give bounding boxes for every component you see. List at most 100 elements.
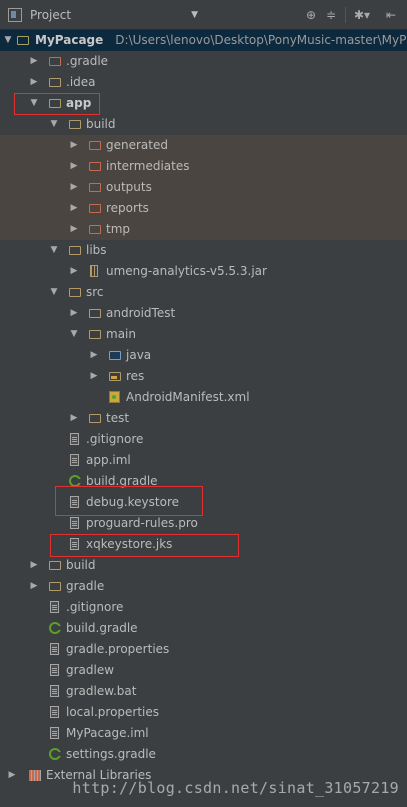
collapse-all-icon[interactable]: ≑ bbox=[326, 8, 336, 22]
module-folder-icon bbox=[48, 97, 62, 110]
tree-item-label: tmp bbox=[106, 222, 131, 236]
tree-item-outputs[interactable]: ▶ outputs bbox=[0, 177, 407, 198]
resource-folder-icon bbox=[108, 370, 122, 383]
expand-arrow-icon[interactable]: ▶ bbox=[68, 156, 80, 177]
file-icon bbox=[48, 601, 62, 614]
tree-item-label: src bbox=[86, 285, 104, 299]
tree-item-label: java bbox=[126, 348, 152, 362]
expand-arrow-icon[interactable]: ▼ bbox=[48, 114, 60, 135]
tree-item-label: .idea bbox=[66, 75, 96, 89]
tree-item-gradlew[interactable]: gradlew bbox=[0, 660, 407, 681]
folder-icon bbox=[88, 202, 102, 215]
toolbar-divider bbox=[345, 7, 346, 23]
expand-arrow-icon[interactable]: ▶ bbox=[6, 765, 18, 786]
project-view-selector[interactable]: Project ▼ bbox=[8, 6, 198, 24]
tree-item-gradle-dir[interactable]: ▶ .gradle bbox=[0, 51, 407, 72]
external-libraries-icon bbox=[28, 769, 42, 782]
tree-item-app[interactable]: ▼ app bbox=[0, 93, 407, 114]
tree-item-proguard-rules[interactable]: proguard-rules.pro bbox=[0, 513, 407, 534]
tree-item-main[interactable]: ▼ main bbox=[0, 324, 407, 345]
tree-item-androidmanifest[interactable]: AndroidManifest.xml bbox=[0, 387, 407, 408]
tree-item-gradle-properties[interactable]: gradle.properties bbox=[0, 639, 407, 660]
tree-item-label: .gitignore bbox=[86, 432, 144, 446]
gradle-icon bbox=[48, 622, 62, 635]
folder-icon bbox=[48, 76, 62, 89]
tree-item-app-build-gradle[interactable]: build.gradle bbox=[0, 471, 407, 492]
expand-arrow-icon[interactable]: ▶ bbox=[68, 261, 80, 282]
tree-item-local-properties[interactable]: local.properties bbox=[0, 702, 407, 723]
expand-arrow-icon[interactable]: ▶ bbox=[28, 555, 40, 576]
tree-item-root-build-gradle[interactable]: build.gradle bbox=[0, 618, 407, 639]
tree-item-tmp[interactable]: ▶ tmp bbox=[0, 219, 407, 240]
tree-item-debug-keystore[interactable]: debug.keystore bbox=[0, 492, 407, 513]
tree-item-androidtest[interactable]: ▶ androidTest bbox=[0, 303, 407, 324]
file-icon bbox=[68, 433, 82, 446]
expand-arrow-icon[interactable]: ▶ bbox=[68, 303, 80, 324]
folder-icon bbox=[68, 118, 82, 131]
expand-arrow-icon[interactable]: ▶ bbox=[88, 345, 100, 366]
tree-item-label: build bbox=[86, 117, 116, 131]
tree-item-label: gradlew.bat bbox=[66, 684, 137, 698]
expand-arrow-icon[interactable]: ▶ bbox=[88, 366, 100, 387]
tree-item-label: intermediates bbox=[106, 159, 190, 173]
tree-item-mypacage-iml[interactable]: MyPacage.iml bbox=[0, 723, 407, 744]
tree-item-intermediates[interactable]: ▶ intermediates bbox=[0, 156, 407, 177]
expand-arrow-icon[interactable]: ▼ bbox=[68, 324, 80, 345]
expand-arrow-icon[interactable]: ▶ bbox=[28, 576, 40, 597]
settings-icon[interactable]: ✱▾ bbox=[354, 8, 370, 22]
tree-item-app-build[interactable]: ▼ build bbox=[0, 114, 407, 135]
tree-item-external-libraries[interactable]: ▶ External Libraries bbox=[0, 765, 407, 786]
file-icon bbox=[48, 727, 62, 740]
tree-item-label: main bbox=[106, 327, 136, 341]
expand-arrow-icon[interactable]: ▶ bbox=[68, 219, 80, 240]
tree-item-label: proguard-rules.pro bbox=[86, 516, 198, 530]
tree-item-libs[interactable]: ▼ libs bbox=[0, 240, 407, 261]
tree-item-root-build[interactable]: ▶ build bbox=[0, 555, 407, 576]
tree-item-label: build bbox=[66, 558, 96, 572]
tree-item-res[interactable]: ▶ res bbox=[0, 366, 407, 387]
tree-item-label: app.iml bbox=[86, 453, 131, 467]
tree-item-settings-gradle[interactable]: settings.gradle bbox=[0, 744, 407, 765]
locate-icon[interactable]: ⊕ bbox=[306, 8, 316, 22]
folder-icon bbox=[88, 160, 102, 173]
tree-item-label: debug.keystore bbox=[86, 495, 180, 509]
tree-item-xqkeystore[interactable]: xqkeystore.jks bbox=[0, 534, 407, 555]
chevron-down-icon[interactable]: ▼ bbox=[191, 10, 198, 20]
tree-item-src[interactable]: ▼ src bbox=[0, 282, 407, 303]
tree-item-label: app bbox=[66, 96, 92, 110]
expand-arrow-icon[interactable]: ▼ bbox=[48, 282, 60, 303]
expand-arrow-icon[interactable]: ▶ bbox=[68, 198, 80, 219]
tree-item-test[interactable]: ▶ test bbox=[0, 408, 407, 429]
tree-item-reports[interactable]: ▶ reports bbox=[0, 198, 407, 219]
tree-item-gradle-folder[interactable]: ▶ gradle bbox=[0, 576, 407, 597]
tree-item-java[interactable]: ▶ java bbox=[0, 345, 407, 366]
folder-icon bbox=[88, 181, 102, 194]
hide-icon[interactable]: ⇤ bbox=[386, 8, 396, 22]
expand-arrow-icon[interactable]: ▶ bbox=[68, 408, 80, 429]
expand-arrow-icon[interactable]: ▼ bbox=[28, 93, 40, 114]
expand-arrow-icon[interactable]: ▶ bbox=[28, 51, 40, 72]
expand-arrow-icon[interactable]: ▶ bbox=[28, 72, 40, 93]
expand-arrow-icon[interactable]: ▶ bbox=[68, 135, 80, 156]
tree-item-app-gitignore[interactable]: .gitignore bbox=[0, 429, 407, 450]
tree-item-app-iml[interactable]: app.iml bbox=[0, 450, 407, 471]
tree-item-umeng-jar[interactable]: ▶ umeng-analytics-v5.5.3.jar bbox=[0, 261, 407, 282]
expand-arrow-icon[interactable]: ▶ bbox=[68, 177, 80, 198]
tree-item-idea[interactable]: ▶ .idea bbox=[0, 72, 407, 93]
file-icon bbox=[48, 706, 62, 719]
tree-item-label: build.gradle bbox=[86, 474, 158, 488]
tree-item-generated[interactable]: ▶ generated bbox=[0, 135, 407, 156]
folder-icon bbox=[88, 307, 102, 320]
expand-arrow-icon[interactable]: ▼ bbox=[48, 240, 60, 261]
tree-item-label: androidTest bbox=[106, 306, 176, 320]
tree-item-label: MyPacage.iml bbox=[66, 726, 149, 740]
expand-arrow-icon[interactable]: ▼ bbox=[2, 30, 14, 51]
tree-item-root-gitignore[interactable]: .gitignore bbox=[0, 597, 407, 618]
folder-icon bbox=[68, 244, 82, 257]
root-path: D:\Users\lenovo\Desktop\PonyMusic-master… bbox=[115, 33, 407, 47]
file-icon bbox=[48, 685, 62, 698]
tree-item-gradlew-bat[interactable]: gradlew.bat bbox=[0, 681, 407, 702]
folder-icon bbox=[48, 55, 62, 68]
tree-root-mypacage[interactable]: ▼ MyPacage D:\Users\lenovo\Desktop\PonyMu… bbox=[0, 30, 407, 51]
file-icon bbox=[68, 496, 82, 509]
